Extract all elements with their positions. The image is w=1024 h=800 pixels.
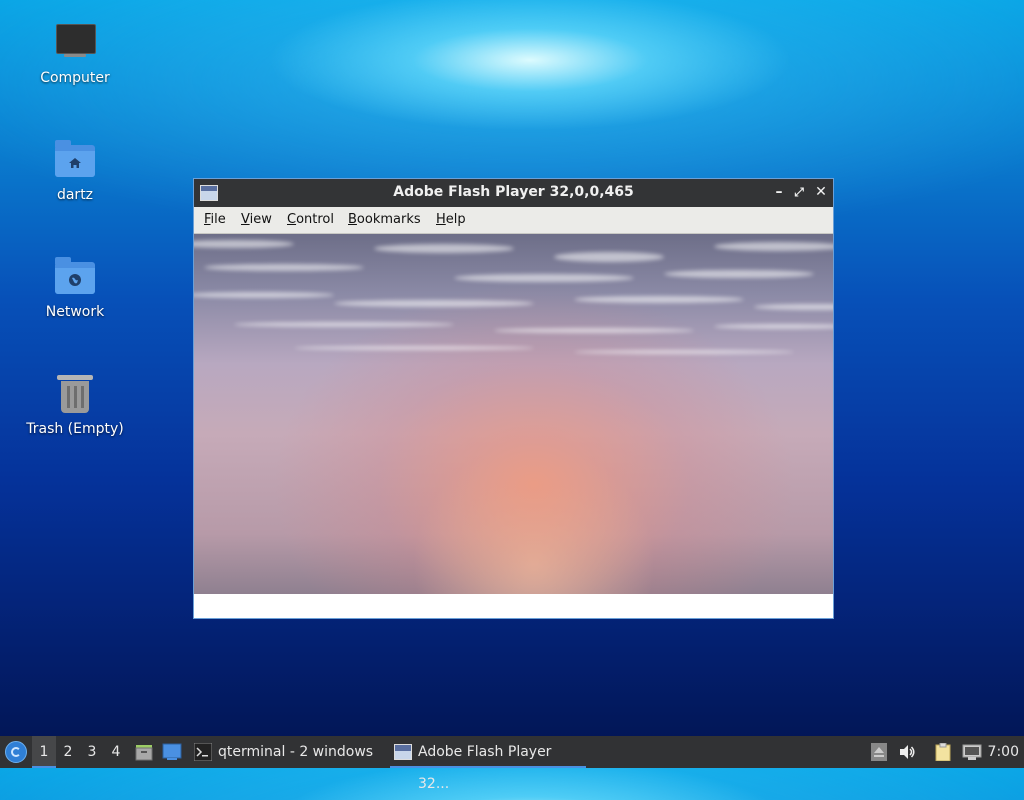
desktop-icon-label: Network <box>45 304 105 320</box>
task-flash-player[interactable]: Adobe Flash Player 32... <box>390 736 586 792</box>
menu-file[interactable]: File <box>204 212 226 227</box>
menu-help[interactable]: Help <box>436 212 466 227</box>
workspace-2[interactable]: 2 <box>56 736 80 768</box>
menu-bar: File View Control Bookmarks Help <box>194 207 833 234</box>
file-manager-icon[interactable] <box>134 742 154 762</box>
eject-icon[interactable] <box>870 743 888 761</box>
window-title: Adobe Flash Player 32,0,0,465 <box>393 184 634 200</box>
clipboard-icon[interactable] <box>934 743 952 761</box>
network-connection-icon[interactable] <box>962 743 982 761</box>
menu-view[interactable]: View <box>241 212 272 227</box>
start-menu-icon[interactable] <box>5 741 27 763</box>
desktop-icon-label: dartz <box>56 187 94 203</box>
network-folder-icon <box>54 256 96 298</box>
desktop-icon-label: Computer <box>40 70 110 86</box>
clock[interactable]: 7:00 <box>988 736 1019 768</box>
task-label: Adobe Flash Player 32... <box>418 744 552 792</box>
menu-bookmarks[interactable]: Bookmarks <box>348 212 421 227</box>
task-label: qterminal - 2 windows <box>218 744 374 760</box>
desktop-icon-dartz[interactable]: dartz <box>20 139 130 203</box>
trash-icon <box>54 373 96 415</box>
minimize-button[interactable]: – <box>771 184 787 200</box>
window-titlebar[interactable]: Adobe Flash Player 32,0,0,465 – ⤢ ✕ <box>194 179 833 207</box>
workspace-3[interactable]: 3 <box>80 736 104 768</box>
flash-window-icon <box>394 744 412 760</box>
flash-content-area[interactable] <box>194 234 833 594</box>
workspace-1[interactable]: 1 <box>32 736 56 768</box>
close-button[interactable]: ✕ <box>813 184 829 200</box>
window-status-area <box>194 594 833 618</box>
show-desktop-icon[interactable] <box>162 743 182 761</box>
desktop-icon-computer[interactable]: Computer <box>20 22 130 86</box>
home-folder-icon <box>54 139 96 181</box>
desktop-icon-trash[interactable]: Trash (Empty) <box>20 373 130 437</box>
workspace-4[interactable]: 4 <box>104 736 128 768</box>
computer-icon <box>54 22 96 64</box>
volume-icon[interactable] <box>898 743 916 761</box>
terminal-icon <box>194 743 212 761</box>
taskbar: 1 2 3 4 qterminal - 2 windows Adobe Flas… <box>0 736 1024 792</box>
maximize-button[interactable]: ⤢ <box>791 184 807 200</box>
menu-control[interactable]: Control <box>287 212 334 227</box>
desktop-icon-network[interactable]: Network <box>20 256 130 320</box>
flash-player-window[interactable]: Adobe Flash Player 32,0,0,465 – ⤢ ✕ File… <box>193 178 834 619</box>
task-qterminal[interactable]: qterminal - 2 windows <box>190 736 380 768</box>
desktop-icon-label: Trash (Empty) <box>26 421 124 437</box>
